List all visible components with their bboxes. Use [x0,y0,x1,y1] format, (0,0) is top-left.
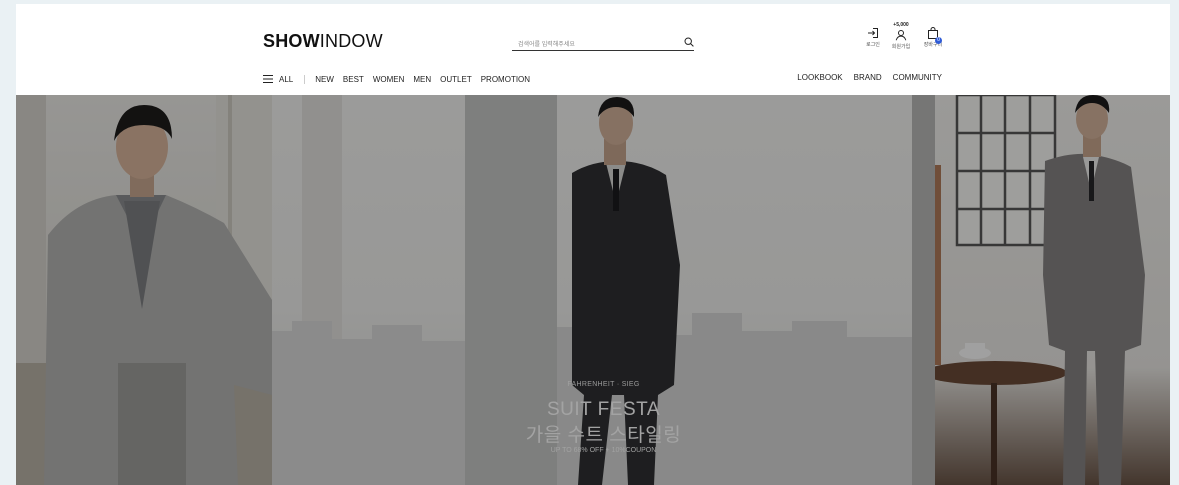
main-nav: ALL NEW BEST WOMEN MEN OUTLET PROMOTION [263,73,539,85]
search-input[interactable] [512,37,678,53]
hero-subtitle: 가을 수트 스타일링 [525,425,682,446]
nav-all-label: ALL [279,74,294,84]
page-frame: SHOWINDOW 로그인 +5,000 회원가입 0 장바구니 ALL [16,4,1170,485]
model-figure-left [16,95,272,485]
nav-all-button[interactable]: ALL [263,75,293,84]
site-header: SHOWINDOW 로그인 +5,000 회원가입 0 장바구니 ALL [16,4,1170,95]
hero-image-right [935,95,1170,485]
hero-image-left [16,95,272,485]
login-icon [868,28,878,38]
nav-item-women[interactable]: WOMEN [373,75,405,84]
site-logo[interactable]: SHOWINDOW [263,31,383,52]
model-figure-right [935,95,1145,485]
nav-divider [304,74,306,84]
nav-item-promotion[interactable]: PROMOTION [481,75,530,84]
join-button[interactable]: +5,000 회원가입 [888,22,914,50]
logo-light-text: INDOW [319,31,383,51]
user-icon [895,30,907,41]
cart-label: 장바구니 [923,42,943,48]
nav-item-men[interactable]: MEN [413,75,431,84]
login-button[interactable]: 로그인 [860,27,886,48]
hero-offer-text: UP TO 68% OFF + 10%COUPON [550,447,657,454]
hero-banner[interactable]: FAHRENHEIT · SIEG SUIT FESTA 가을 수트 스타일링 … [16,95,1170,485]
search-icon[interactable] [684,34,694,52]
hero-image-center: FAHRENHEIT · SIEG SUIT FESTA 가을 수트 스타일링 … [272,95,935,485]
join-promo-badge: +5,000 [893,22,909,28]
hero-brand-label: FAHRENHEIT · SIEG [567,381,640,388]
logo-bold-text: SHOW [263,31,320,51]
hero-title: SUIT FESTA [546,399,661,420]
nav-item-lookbook[interactable]: LOOKBOOK [797,73,842,82]
search-bar [512,33,694,53]
nav-item-outlet[interactable]: OUTLET [440,75,472,84]
nav-item-brand[interactable]: BRAND [854,73,882,82]
secondary-nav: LOOKBOOK BRAND COMMUNITY [786,73,942,82]
login-label: 로그인 [866,42,880,48]
cart-count-badge: 0 [935,37,942,44]
nav-item-community[interactable]: COMMUNITY [893,73,942,82]
cart-button[interactable]: 0 장바구니 [920,27,946,48]
nav-item-best[interactable]: BEST [343,75,364,84]
nav-item-new[interactable]: NEW [315,75,334,84]
join-label: 회원가입 [891,44,911,50]
menu-icon [263,75,273,83]
